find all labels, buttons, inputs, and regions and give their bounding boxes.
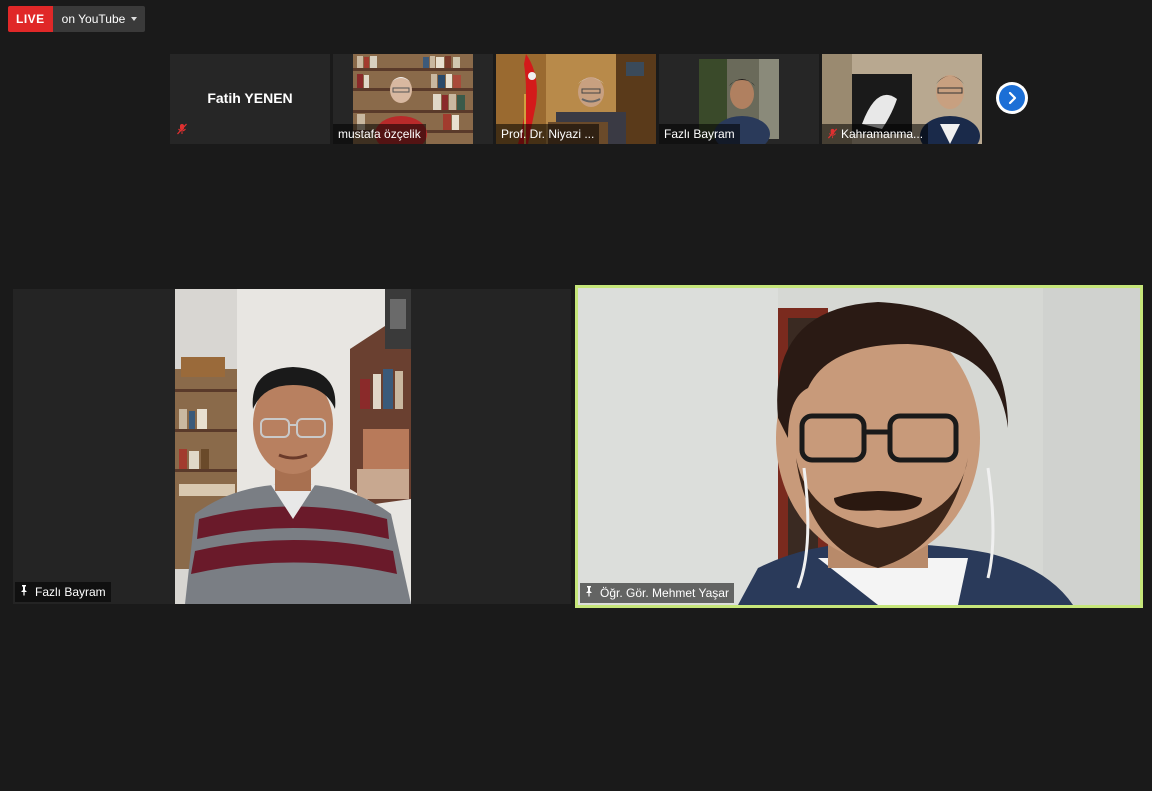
participant-thumbnail[interactable]: Fazlı Bayram [659, 54, 819, 144]
participant-name: Fazlı Bayram [35, 585, 106, 599]
chevron-right-icon [1008, 91, 1017, 105]
pin-icon [18, 582, 30, 602]
participant-name: Fazlı Bayram [659, 124, 740, 144]
next-page-button[interactable] [996, 82, 1028, 114]
video-feed [13, 289, 571, 604]
participant-thumbnail[interactable]: Prof. Dr. Niyazi ... [496, 54, 656, 144]
muted-mic-icon [176, 122, 188, 140]
muted-mic-icon [827, 125, 838, 144]
participant-name: Kahramanma... [841, 127, 924, 141]
participant-name: mustafa özçelik [333, 124, 426, 144]
pin-icon [583, 583, 595, 603]
live-platform-label: on YouTube [61, 12, 126, 26]
video-tile-left[interactable]: Fazlı Bayram [13, 289, 571, 604]
live-stream-indicator[interactable]: LIVE on YouTube [8, 6, 146, 32]
participant-thumbnail[interactable]: mustafa özçelik [333, 54, 493, 144]
participant-name: Öğr. Gör. Mehmet Yaşar [600, 586, 729, 600]
participant-thumbnail[interactable]: Fatih YENEN [170, 54, 330, 144]
participant-name-tag: Öğr. Gör. Mehmet Yaşar [580, 583, 734, 603]
dropdown-caret-icon [131, 17, 138, 21]
live-platform-dropdown[interactable]: on YouTube [52, 6, 146, 32]
video-tile-active-speaker[interactable]: Öğr. Gör. Mehmet Yaşar [575, 285, 1143, 608]
participant-name: Fatih YENEN [207, 90, 293, 106]
live-badge: LIVE [8, 6, 53, 32]
participant-name-tag: Fazlı Bayram [15, 582, 111, 602]
participant-name: Prof. Dr. Niyazi ... [496, 124, 600, 144]
participant-thumbnail[interactable]: Kahramanma... [822, 54, 982, 144]
video-feed [578, 288, 1140, 605]
participant-name-row: Kahramanma... [822, 124, 929, 144]
